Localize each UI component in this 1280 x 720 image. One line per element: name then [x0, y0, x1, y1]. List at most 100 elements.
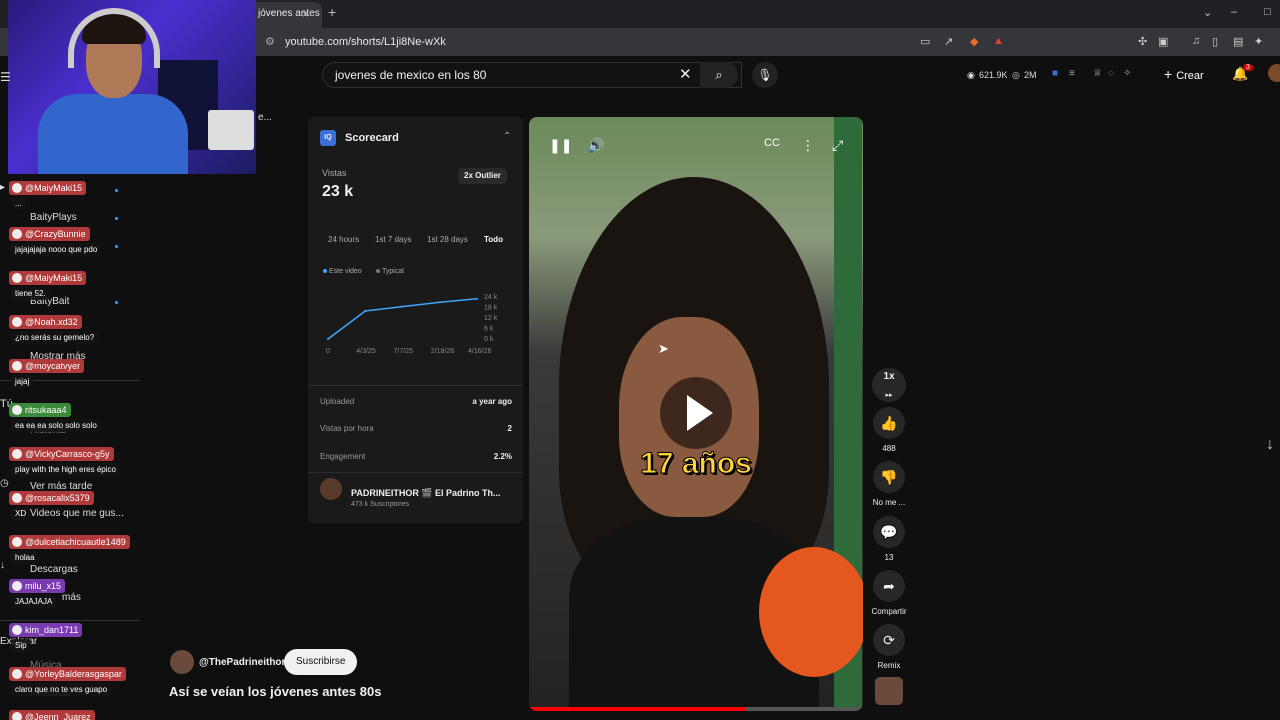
- subscriptions-icon[interactable]: ▸: [0, 182, 5, 193]
- tab-list-icon[interactable]: ⌄: [1203, 6, 1212, 19]
- live-dot-icon: [115, 301, 118, 304]
- x-tick-label: 4/16/26: [468, 348, 491, 355]
- chat-message: Sip: [11, 639, 31, 652]
- tab-close-icon[interactable]: ×: [302, 2, 309, 26]
- views-chart: 24 k 18 k 12 k 6 k 0 k 0 4/3/25 7/7/25 2/18/26 4/…: [326, 294, 498, 355]
- media-icon[interactable]: ♫: [1192, 35, 1200, 47]
- screenshot-icon[interactable]: ▣: [1158, 35, 1168, 48]
- share-page-icon[interactable]: ↗: [944, 35, 953, 48]
- browser-tab[interactable]: jóvenes antes ×: [250, 2, 322, 28]
- play-button[interactable]: [660, 377, 732, 449]
- leo-ai-icon[interactable]: ✦: [1254, 35, 1263, 48]
- sidebar-icon[interactable]: ▯: [1212, 35, 1218, 48]
- chat-username: @dulcetlachicuautle1489: [9, 535, 130, 549]
- sparkle-icon[interactable]: ✧: [1123, 68, 1131, 79]
- sidebar-item-liked-videos[interactable]: Videos que me gus...: [30, 508, 124, 519]
- extensions-icon[interactable]: ✣: [1138, 35, 1147, 48]
- wallet-icon[interactable]: ▤: [1233, 35, 1243, 48]
- x-tick-label: 0: [326, 348, 330, 355]
- chat-icon[interactable]: ◌: [1108, 68, 1114, 79]
- fullscreen-icon[interactable]: ⤢: [832, 137, 843, 154]
- divider: [308, 385, 523, 386]
- chat-message: play with the high eres épico: [11, 463, 120, 476]
- vidiq-icon[interactable]: ■: [1052, 68, 1058, 79]
- chat-avatar-icon: [12, 712, 22, 720]
- subscribe-button[interactable]: Suscribirse: [284, 649, 358, 675]
- account-avatar[interactable]: [1268, 64, 1280, 82]
- period-tab-all[interactable]: Todo: [484, 235, 503, 244]
- menu-icon[interactable]: ☰: [0, 70, 11, 84]
- create-button[interactable]: + Crear: [1164, 66, 1204, 82]
- x-tick-label: 2/18/26: [431, 348, 454, 355]
- period-tab-28d[interactable]: 1st 28 days: [427, 235, 468, 244]
- more-options-icon[interactable]: ⋮: [801, 137, 815, 154]
- chat-message: ¿no serás su gemelo?: [11, 331, 99, 344]
- new-tab-icon[interactable]: +: [328, 4, 336, 20]
- brave-shield-icon[interactable]: ◆: [970, 35, 978, 48]
- chat-message: XD: [11, 507, 31, 520]
- channel-avatar[interactable]: [320, 478, 342, 500]
- like-action: 👍 488: [870, 407, 908, 453]
- short-channel-avatar[interactable]: [170, 650, 194, 674]
- video-caption: 17 años: [640, 447, 753, 481]
- play-icon: [687, 395, 713, 431]
- chat-avatar-icon: [12, 581, 22, 591]
- cast-icon[interactable]: ▭: [920, 35, 930, 48]
- legend-swatch: [376, 269, 380, 274]
- headphones-shape: [68, 8, 160, 68]
- pause-icon[interactable]: ❚❚: [549, 137, 572, 154]
- chat-message: JAJAJAJA: [11, 595, 57, 608]
- url-field[interactable]: youtube.com/shorts/L1ji8Ne-wXk: [285, 36, 446, 48]
- sidebar-divider: [0, 620, 140, 621]
- list-icon[interactable]: ≡: [1069, 68, 1075, 79]
- captions-icon[interactable]: CC: [764, 137, 780, 149]
- sound-thumbnail[interactable]: [875, 677, 903, 705]
- comment-count: 13: [884, 553, 894, 562]
- share-label: Compartir: [871, 607, 907, 616]
- data-point: [401, 305, 404, 308]
- volume-icon[interactable]: 🔊: [587, 137, 604, 154]
- sidebar-item-downloads[interactable]: Descargas: [30, 564, 78, 575]
- like-button[interactable]: 👍: [873, 407, 905, 439]
- dislike-label: No me ...: [872, 498, 906, 507]
- tab-title: jóvenes antes: [258, 8, 320, 19]
- subs-icon: ◎: [1012, 70, 1020, 80]
- clear-search-icon[interactable]: ✕: [679, 65, 692, 83]
- chat-username: @YorleyBalderasgaspar: [9, 667, 126, 681]
- chevron-up-icon[interactable]: ⌃: [503, 131, 511, 142]
- scorecard-header[interactable]: IQ Scorecard ⌃: [308, 117, 523, 159]
- brave-rewards-icon[interactable]: ▲: [993, 35, 1004, 47]
- short-video-player[interactable]: ❚❚ 🔊 CC ⋮ ⤢ 17 años: [529, 117, 863, 711]
- share-action: ➦ Compartir: [870, 570, 908, 616]
- maximize-icon[interactable]: □: [1264, 6, 1271, 18]
- chat-username: @rosacalix5379: [9, 491, 94, 505]
- progress-bar[interactable]: [529, 707, 863, 711]
- search-button[interactable]: ⌕: [700, 62, 738, 88]
- channel-name[interactable]: PADRINEITHOR 🎬 El Padrino Th...: [351, 488, 501, 499]
- dislike-button[interactable]: 👎: [873, 461, 905, 493]
- sidebar-item-more[interactable]: más: [62, 592, 81, 603]
- remix-label: Remix: [877, 661, 901, 670]
- minimize-icon[interactable]: –: [1231, 6, 1237, 18]
- data-point: [476, 297, 478, 300]
- playback-speed-button[interactable]: 1x ▸▸: [872, 368, 906, 402]
- engagement-label: Engagement: [320, 452, 366, 461]
- notification-count-badge: 3: [1243, 64, 1253, 71]
- chat-avatar-icon: [12, 405, 22, 415]
- chat-username: @moycatvyer: [9, 359, 85, 373]
- trophy-icon[interactable]: ♕: [1093, 68, 1102, 79]
- download-icon[interactable]: ↓: [0, 560, 5, 571]
- comments-button[interactable]: 💬: [873, 516, 905, 548]
- period-tab-7d[interactable]: 1st 7 days: [375, 235, 411, 244]
- clock-icon[interactable]: ◷: [0, 478, 9, 489]
- share-button[interactable]: ➦: [873, 570, 905, 602]
- short-channel-name[interactable]: @ThePadrineithor: [199, 657, 285, 668]
- voice-search-button[interactable]: 🎙: [752, 62, 778, 88]
- microphone-shape: [759, 547, 863, 677]
- chat-message: jajaj: [11, 375, 34, 388]
- site-info-icon[interactable]: ⚙: [265, 35, 275, 48]
- sidebar-item-baityplays[interactable]: BaityPlays: [30, 212, 77, 223]
- next-short-arrow-icon[interactable]: ↓: [1266, 436, 1274, 454]
- period-tab-24h[interactable]: 24 hours: [328, 235, 359, 244]
- remix-button[interactable]: ⟳: [873, 624, 905, 656]
